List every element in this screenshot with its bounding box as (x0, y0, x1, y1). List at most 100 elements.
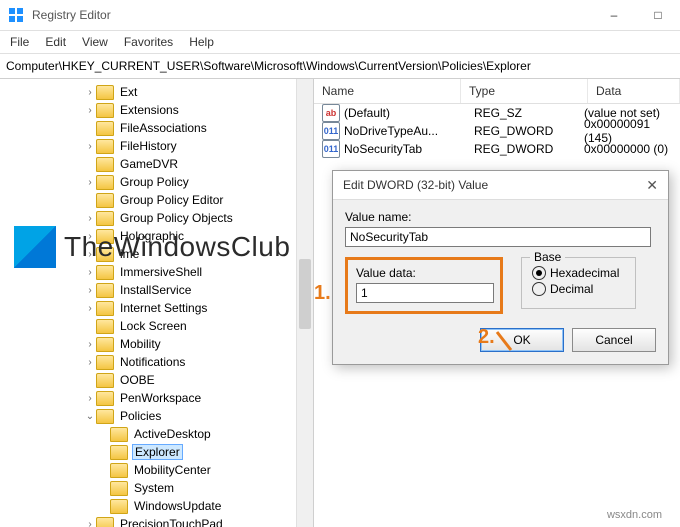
tree-item-label: Group Policy Editor (118, 193, 225, 207)
tree-item[interactable]: ›InstallService (0, 281, 313, 299)
menu-view[interactable]: View (82, 35, 108, 49)
folder-icon (96, 247, 114, 262)
app-icon (8, 7, 24, 23)
annotation-arrow-icon (493, 330, 515, 358)
tree-item[interactable]: › Extensions (0, 101, 313, 119)
column-type[interactable]: Type (461, 79, 588, 103)
tree-item[interactable]: WindowsUpdate (0, 497, 313, 515)
folder-icon (96, 301, 114, 316)
maximize-button[interactable]: □ (636, 0, 680, 30)
chevron-down-icon[interactable]: ⌄ (84, 410, 96, 422)
tree-item-label: Holographic (118, 229, 186, 243)
tree-pane[interactable]: › Ext › Extensions FileAssociations ›FileHist… (0, 79, 314, 527)
chevron-right-icon[interactable]: › (84, 176, 96, 188)
window-title: Registry Editor (32, 8, 111, 22)
chevron-right-icon[interactable]: › (84, 284, 96, 296)
menubar: File Edit View Favorites Help (0, 31, 680, 54)
tree-item[interactable]: ›FileHistory (0, 137, 313, 155)
tree-item[interactable]: System (0, 479, 313, 497)
cell-data: 0x00000091 (145) (584, 117, 680, 145)
chevron-right-icon[interactable]: › (84, 140, 96, 152)
menu-help[interactable]: Help (189, 35, 214, 49)
tree-item[interactable]: ›PrecisionTouchPad (0, 515, 313, 527)
tree-item[interactable]: ActiveDesktop (0, 425, 313, 443)
chevron-right-icon[interactable]: › (84, 518, 96, 527)
tree-item[interactable]: Group Policy Editor (0, 191, 313, 209)
tree-item[interactable]: ›Group Policy Objects (0, 209, 313, 227)
tree-spacer (98, 446, 110, 458)
tree-item-label: Ext (118, 85, 139, 99)
chevron-right-icon[interactable]: › (84, 212, 96, 224)
tree-item[interactable]: › ImmersiveShell (0, 263, 313, 281)
chevron-right-icon[interactable]: › (84, 104, 96, 116)
folder-icon (96, 517, 114, 527)
menu-file[interactable]: File (10, 35, 29, 49)
string-value-icon: ab (322, 104, 340, 122)
chevron-right-icon[interactable]: › (84, 266, 96, 278)
tree-item[interactable]: MobilityCenter (0, 461, 313, 479)
tree-item[interactable]: ›ime (0, 245, 313, 263)
chevron-right-icon[interactable]: › (84, 230, 96, 242)
tree-item-label: ImmersiveShell (118, 265, 204, 279)
base-group: Base Hexadecimal Decimal (521, 257, 636, 309)
minimize-button[interactable]: – (592, 0, 636, 30)
tree-item[interactable]: OOBE (0, 371, 313, 389)
tree-item-label: FileAssociations (118, 121, 209, 135)
cell-type: REG_DWORD (474, 124, 584, 138)
tree-item[interactable]: Explorer (0, 443, 313, 461)
tree-item[interactable]: Lock Screen (0, 317, 313, 335)
chevron-right-icon[interactable]: › (84, 356, 96, 368)
tree-spacer (98, 428, 110, 440)
address-bar[interactable]: Computer\HKEY_CURRENT_USER\Software\Micr… (0, 54, 680, 79)
folder-icon (96, 319, 114, 334)
tree-item-label: ActiveDesktop (132, 427, 213, 441)
dialog-titlebar[interactable]: Edit DWORD (32-bit) Value ✕ (333, 171, 668, 200)
scrollbar-thumb[interactable] (299, 259, 311, 329)
radio-hexadecimal[interactable]: Hexadecimal (532, 266, 619, 280)
close-icon[interactable]: ✕ (646, 177, 658, 194)
radio-decimal[interactable]: Decimal (532, 282, 619, 296)
tree-item[interactable]: ›PenWorkspace (0, 389, 313, 407)
chevron-right-icon[interactable]: › (84, 338, 96, 350)
menu-edit[interactable]: Edit (45, 35, 66, 49)
list-row[interactable]: 011NoDriveTypeAu...REG_DWORD0x00000091 (… (314, 122, 680, 140)
tree-item[interactable]: GameDVR (0, 155, 313, 173)
tree-item[interactable]: › Holographic (0, 227, 313, 245)
tree-item[interactable]: FileAssociations (0, 119, 313, 137)
tree-spacer (98, 500, 110, 512)
tree-item-label: Extensions (118, 103, 181, 117)
cancel-button[interactable]: Cancel (572, 328, 656, 352)
folder-icon (96, 85, 114, 100)
tree-item-label: Lock Screen (118, 319, 189, 333)
value-data-label: Value data: (356, 266, 492, 280)
value-name-input[interactable] (345, 227, 651, 247)
tree-item[interactable]: ›Internet Settings (0, 299, 313, 317)
chevron-right-icon[interactable]: › (84, 302, 96, 314)
tree-spacer (84, 122, 96, 134)
chevron-right-icon[interactable]: › (84, 392, 96, 404)
tree-item[interactable]: ›Mobility (0, 335, 313, 353)
chevron-right-icon[interactable]: › (84, 248, 96, 260)
dword-value-icon: 011 (322, 140, 340, 158)
radio-hex-label: Hexadecimal (550, 266, 619, 280)
folder-icon (96, 337, 114, 352)
tree-item[interactable]: › Ext (0, 83, 313, 101)
scrollbar[interactable] (296, 79, 313, 527)
tree-item[interactable]: ›Notifications (0, 353, 313, 371)
folder-icon (96, 211, 114, 226)
value-data-input[interactable] (356, 283, 494, 303)
column-name[interactable]: Name (314, 79, 461, 103)
list-row[interactable]: 011NoSecurityTabREG_DWORD0x00000000 (0) (314, 140, 680, 158)
column-data[interactable]: Data (588, 79, 680, 103)
folder-icon (96, 409, 114, 424)
tree-item[interactable]: ⌄Policies (0, 407, 313, 425)
list-header: Name Type Data (314, 79, 680, 104)
dialog-title: Edit DWORD (32-bit) Value (343, 178, 488, 192)
tree-item[interactable]: ›Group Policy (0, 173, 313, 191)
folder-icon (96, 103, 114, 118)
folder-icon (96, 391, 114, 406)
chevron-right-icon[interactable]: › (84, 86, 96, 98)
tree-spacer (98, 482, 110, 494)
titlebar: Registry Editor – □ (0, 0, 680, 31)
menu-favorites[interactable]: Favorites (124, 35, 173, 49)
